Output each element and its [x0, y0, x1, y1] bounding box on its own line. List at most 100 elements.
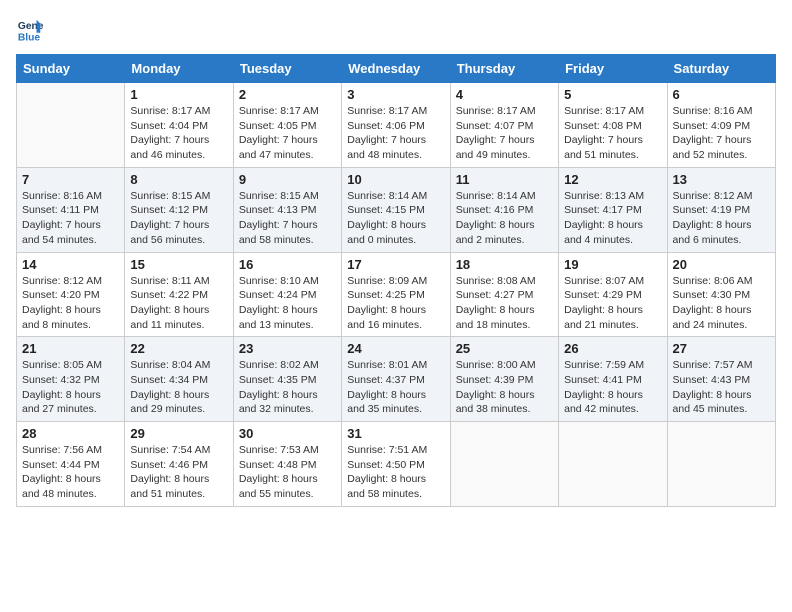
day-info: Sunrise: 7:59 AMSunset: 4:41 PMDaylight:…	[564, 358, 661, 417]
day-number: 5	[564, 87, 661, 102]
calendar-cell: 17Sunrise: 8:09 AMSunset: 4:25 PMDayligh…	[342, 252, 450, 337]
svg-text:Blue: Blue	[18, 32, 41, 43]
column-header-thursday: Thursday	[450, 55, 558, 83]
day-info: Sunrise: 8:00 AMSunset: 4:39 PMDaylight:…	[456, 358, 553, 417]
logo-icon: General Blue	[16, 16, 44, 44]
day-number: 26	[564, 341, 661, 356]
calendar-cell: 30Sunrise: 7:53 AMSunset: 4:48 PMDayligh…	[233, 422, 341, 507]
day-info: Sunrise: 8:09 AMSunset: 4:25 PMDaylight:…	[347, 274, 444, 333]
calendar-cell	[450, 422, 558, 507]
calendar-cell: 22Sunrise: 8:04 AMSunset: 4:34 PMDayligh…	[125, 337, 233, 422]
day-number: 11	[456, 172, 553, 187]
calendar-cell: 6 Sunrise: 8:16 AMSunset: 4:09 PMDaylight…	[667, 83, 775, 168]
calendar-cell: 21 Sunrise: 8:05 AMSunset: 4:32 PMDayligh…	[17, 337, 125, 422]
column-header-monday: Monday	[125, 55, 233, 83]
calendar-cell: 19 Sunrise: 8:07 AMSunset: 4:29 PMDayligh…	[559, 252, 667, 337]
day-info: Sunrise: 8:16 AMSunset: 4:09 PMDaylight:…	[673, 104, 770, 163]
day-number: 14	[22, 257, 119, 272]
day-info: Sunrise: 8:01 AMSunset: 4:37 PMDaylight:…	[347, 358, 444, 417]
day-info: Sunrise: 8:07 AMSunset: 4:29 PMDaylight:…	[564, 274, 661, 333]
calendar-cell: 7 Sunrise: 8:16 AMSunset: 4:11 PMDaylight…	[17, 167, 125, 252]
day-number: 6	[673, 87, 770, 102]
day-info: Sunrise: 7:51 AMSunset: 4:50 PMDaylight:…	[347, 443, 444, 502]
day-info: Sunrise: 7:54 AMSunset: 4:46 PMDaylight:…	[130, 443, 227, 502]
day-number: 4	[456, 87, 553, 102]
calendar-cell: 28 Sunrise: 7:56 AMSunset: 4:44 PMDayligh…	[17, 422, 125, 507]
column-header-wednesday: Wednesday	[342, 55, 450, 83]
day-number: 8	[130, 172, 227, 187]
column-header-friday: Friday	[559, 55, 667, 83]
day-number: 2	[239, 87, 336, 102]
calendar-cell: 2 Sunrise: 8:17 AMSunset: 4:05 PMDaylight…	[233, 83, 341, 168]
day-info: Sunrise: 8:02 AMSunset: 4:35 PMDaylight:…	[239, 358, 336, 417]
week-row-4: 21 Sunrise: 8:05 AMSunset: 4:32 PMDayligh…	[17, 337, 776, 422]
day-info: Sunrise: 7:56 AMSunset: 4:44 PMDaylight:…	[22, 443, 119, 502]
calendar-cell: 5Sunrise: 8:17 AMSunset: 4:08 PMDaylight…	[559, 83, 667, 168]
day-info: Sunrise: 8:14 AMSunset: 4:16 PMDaylight:…	[456, 189, 553, 248]
calendar-cell: 24 Sunrise: 8:01 AMSunset: 4:37 PMDayligh…	[342, 337, 450, 422]
day-info: Sunrise: 8:11 AMSunset: 4:22 PMDaylight:…	[130, 274, 227, 333]
day-number: 16	[239, 257, 336, 272]
day-number: 21	[22, 341, 119, 356]
week-row-1: 1 Sunrise: 8:17 AMSunset: 4:04 PMDaylight…	[17, 83, 776, 168]
day-number: 12	[564, 172, 661, 187]
day-number: 24	[347, 341, 444, 356]
week-row-5: 28 Sunrise: 7:56 AMSunset: 4:44 PMDayligh…	[17, 422, 776, 507]
day-number: 20	[673, 257, 770, 272]
day-number: 28	[22, 426, 119, 441]
day-number: 30	[239, 426, 336, 441]
day-info: Sunrise: 8:16 AMSunset: 4:11 PMDaylight:…	[22, 189, 119, 248]
column-header-saturday: Saturday	[667, 55, 775, 83]
calendar-cell: 13 Sunrise: 8:12 AMSunset: 4:19 PMDayligh…	[667, 167, 775, 252]
calendar-cell: 18Sunrise: 8:08 AMSunset: 4:27 PMDayligh…	[450, 252, 558, 337]
day-info: Sunrise: 8:05 AMSunset: 4:32 PMDaylight:…	[22, 358, 119, 417]
day-number: 1	[130, 87, 227, 102]
calendar-header-row: SundayMondayTuesdayWednesdayThursdayFrid…	[17, 55, 776, 83]
day-info: Sunrise: 8:12 AMSunset: 4:19 PMDaylight:…	[673, 189, 770, 248]
calendar-body: 1 Sunrise: 8:17 AMSunset: 4:04 PMDaylight…	[17, 83, 776, 507]
day-info: Sunrise: 8:15 AMSunset: 4:13 PMDaylight:…	[239, 189, 336, 248]
day-info: Sunrise: 8:17 AMSunset: 4:05 PMDaylight:…	[239, 104, 336, 163]
calendar-cell: 26 Sunrise: 7:59 AMSunset: 4:41 PMDayligh…	[559, 337, 667, 422]
day-info: Sunrise: 8:06 AMSunset: 4:30 PMDaylight:…	[673, 274, 770, 333]
calendar-cell: 25Sunrise: 8:00 AMSunset: 4:39 PMDayligh…	[450, 337, 558, 422]
calendar-table: SundayMondayTuesdayWednesdayThursdayFrid…	[16, 54, 776, 507]
day-number: 19	[564, 257, 661, 272]
day-info: Sunrise: 8:15 AMSunset: 4:12 PMDaylight:…	[130, 189, 227, 248]
calendar-cell: 20 Sunrise: 8:06 AMSunset: 4:30 PMDayligh…	[667, 252, 775, 337]
day-info: Sunrise: 8:17 AMSunset: 4:04 PMDaylight:…	[130, 104, 227, 163]
calendar-cell: 31 Sunrise: 7:51 AMSunset: 4:50 PMDayligh…	[342, 422, 450, 507]
calendar-cell: 29 Sunrise: 7:54 AMSunset: 4:46 PMDayligh…	[125, 422, 233, 507]
calendar-cell	[667, 422, 775, 507]
day-number: 3	[347, 87, 444, 102]
day-number: 13	[673, 172, 770, 187]
week-row-3: 14 Sunrise: 8:12 AMSunset: 4:20 PMDayligh…	[17, 252, 776, 337]
day-info: Sunrise: 8:10 AMSunset: 4:24 PMDaylight:…	[239, 274, 336, 333]
calendar-cell: 4Sunrise: 8:17 AMSunset: 4:07 PMDaylight…	[450, 83, 558, 168]
calendar-cell	[559, 422, 667, 507]
calendar-cell: 10 Sunrise: 8:14 AMSunset: 4:15 PMDayligh…	[342, 167, 450, 252]
calendar-cell: 23 Sunrise: 8:02 AMSunset: 4:35 PMDayligh…	[233, 337, 341, 422]
day-number: 7	[22, 172, 119, 187]
day-info: Sunrise: 8:14 AMSunset: 4:15 PMDaylight:…	[347, 189, 444, 248]
day-number: 29	[130, 426, 227, 441]
calendar-cell: 27Sunrise: 7:57 AMSunset: 4:43 PMDayligh…	[667, 337, 775, 422]
day-number: 15	[130, 257, 227, 272]
day-number: 10	[347, 172, 444, 187]
page-header: General Blue	[16, 16, 776, 44]
day-number: 23	[239, 341, 336, 356]
day-info: Sunrise: 8:13 AMSunset: 4:17 PMDaylight:…	[564, 189, 661, 248]
calendar-cell	[17, 83, 125, 168]
day-number: 22	[130, 341, 227, 356]
day-info: Sunrise: 8:08 AMSunset: 4:27 PMDaylight:…	[456, 274, 553, 333]
calendar-cell: 3 Sunrise: 8:17 AMSunset: 4:06 PMDaylight…	[342, 83, 450, 168]
week-row-2: 7 Sunrise: 8:16 AMSunset: 4:11 PMDaylight…	[17, 167, 776, 252]
calendar-cell: 14 Sunrise: 8:12 AMSunset: 4:20 PMDayligh…	[17, 252, 125, 337]
calendar-cell: 15 Sunrise: 8:11 AMSunset: 4:22 PMDayligh…	[125, 252, 233, 337]
day-info: Sunrise: 8:17 AMSunset: 4:06 PMDaylight:…	[347, 104, 444, 163]
calendar-cell: 12 Sunrise: 8:13 AMSunset: 4:17 PMDayligh…	[559, 167, 667, 252]
day-number: 31	[347, 426, 444, 441]
column-header-sunday: Sunday	[17, 55, 125, 83]
logo: General Blue	[16, 16, 44, 44]
day-info: Sunrise: 8:12 AMSunset: 4:20 PMDaylight:…	[22, 274, 119, 333]
